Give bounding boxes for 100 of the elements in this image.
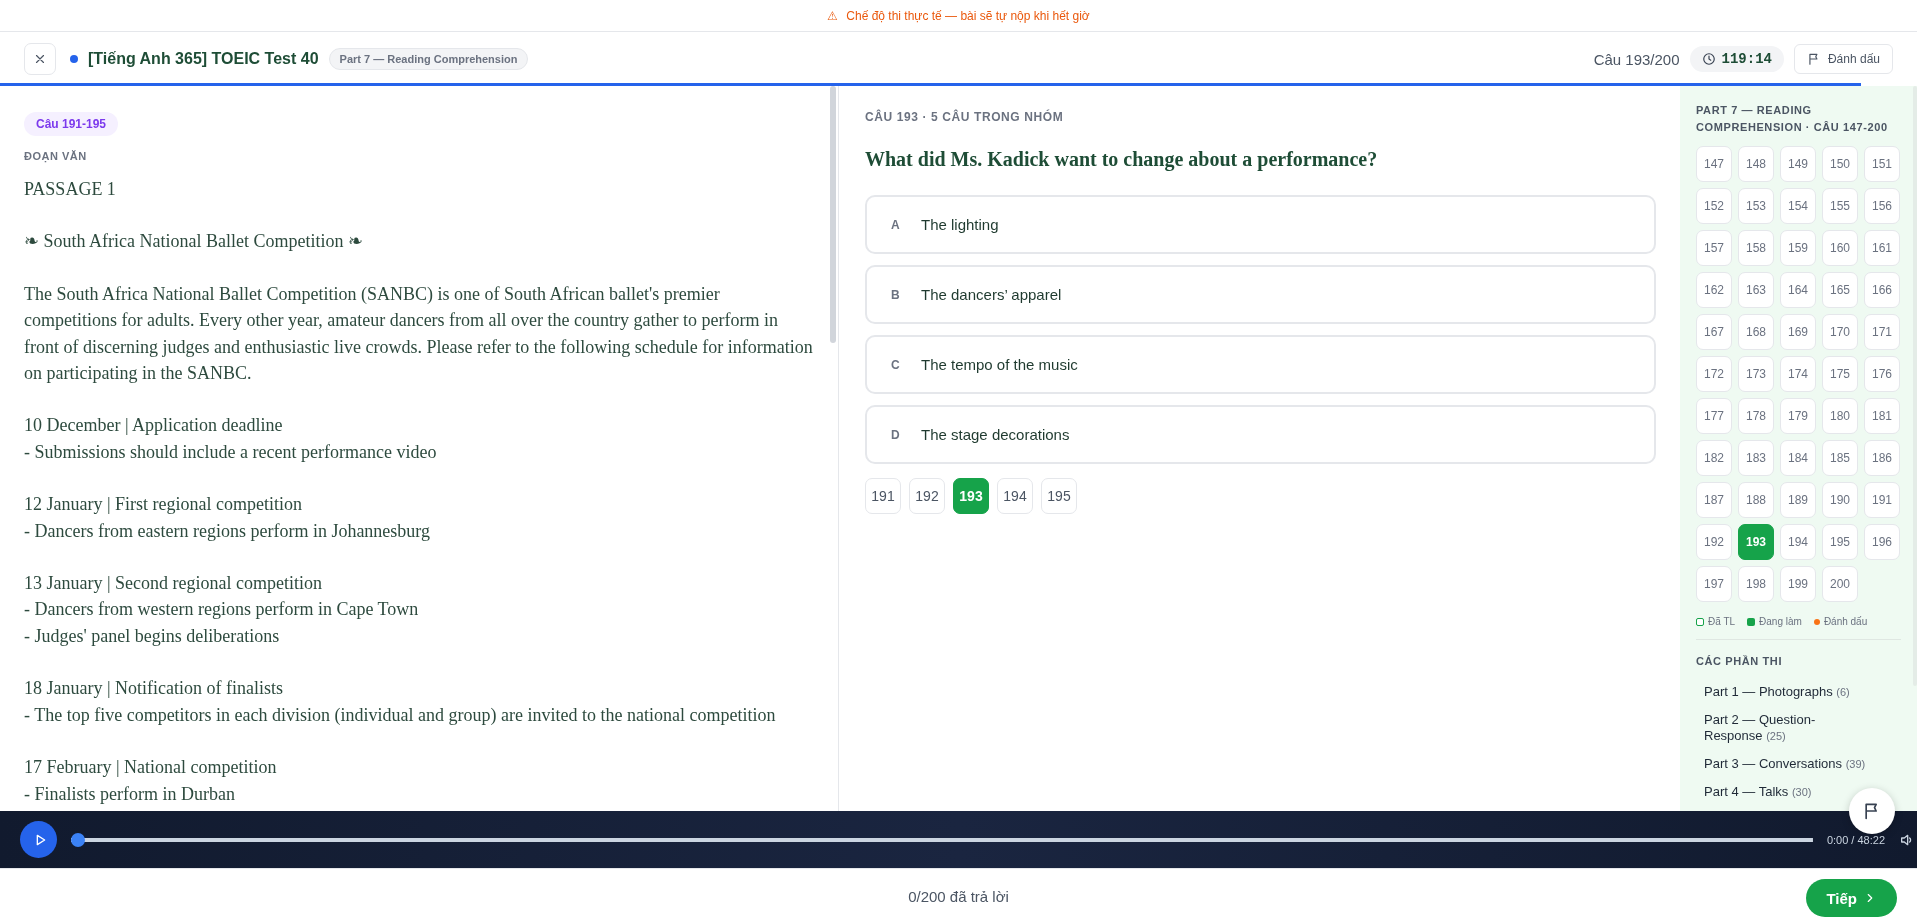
audio-progress-thumb[interactable] bbox=[71, 832, 85, 847]
question-number-button[interactable]: 163 bbox=[1738, 272, 1774, 308]
question-number-button[interactable]: 184 bbox=[1780, 440, 1816, 476]
question-number-button[interactable]: 192 bbox=[1696, 524, 1732, 560]
part-heading: PART 7 — READING COMPREHENSION · CÂU 147-200 bbox=[1696, 103, 1889, 135]
question-number-button[interactable]: 148 bbox=[1738, 146, 1774, 182]
question-number-button[interactable]: 187 bbox=[1696, 482, 1732, 518]
play-button[interactable] bbox=[20, 821, 57, 858]
warning-icon: ⚠ bbox=[827, 8, 839, 23]
question-number-button[interactable]: 155 bbox=[1822, 188, 1858, 224]
question-range-badge: Câu 191-195 bbox=[24, 112, 119, 136]
question-number-button[interactable]: 168 bbox=[1738, 314, 1774, 350]
answer-option[interactable]: A The lighting bbox=[865, 195, 1656, 254]
passage-text: 17 February | National competition bbox=[24, 756, 278, 780]
question-number-button[interactable]: 194 bbox=[997, 478, 1033, 514]
question-number-button[interactable]: 158 bbox=[1738, 230, 1774, 266]
option-text: The stage decorations bbox=[921, 426, 1070, 443]
answer-option[interactable]: B The dancers’ apparel bbox=[865, 265, 1656, 324]
question-number-button[interactable]: 153 bbox=[1738, 188, 1774, 224]
question-number-button[interactable]: 164 bbox=[1780, 272, 1816, 308]
question-number-button[interactable]: 170 bbox=[1822, 314, 1858, 350]
question-number-button[interactable]: 161 bbox=[1864, 230, 1900, 266]
passage-text: 13 January | Second regional competition bbox=[24, 572, 324, 596]
question-number-button[interactable]: 180 bbox=[1822, 398, 1858, 434]
answer-option[interactable]: C The tempo of the music bbox=[865, 335, 1656, 394]
marked-dot bbox=[1813, 618, 1820, 625]
question-number-button[interactable]: 198 bbox=[1738, 566, 1774, 602]
question-number-button[interactable]: 183 bbox=[1738, 440, 1774, 476]
question-counter: Câu 193/200 bbox=[1593, 50, 1680, 68]
test-title: [Tiếng Anh 365] TOEIC Test 40 bbox=[88, 50, 319, 68]
question-number-button[interactable]: 156 bbox=[1864, 188, 1900, 224]
passage-text: - Dancers from western regions perform in Cape Town bbox=[24, 598, 420, 622]
question-number-button[interactable]: 191 bbox=[1864, 482, 1900, 518]
question-number-button[interactable]: 151 bbox=[1864, 146, 1900, 182]
option-letter: B bbox=[891, 287, 901, 302]
question-number-button[interactable]: 193 bbox=[1738, 524, 1774, 560]
option-text: The tempo of the music bbox=[921, 356, 1078, 373]
question-number-button[interactable]: 195 bbox=[1822, 524, 1858, 560]
question-number-button[interactable]: 173 bbox=[1738, 356, 1774, 392]
notice-text: Chế độ thi thực tế — bài sẽ tự nộp khi hết giờ bbox=[846, 8, 1090, 23]
bookmark-button[interactable]: Đánh dấu bbox=[1793, 44, 1893, 74]
question-number-button[interactable]: 166 bbox=[1864, 272, 1900, 308]
question-number-button[interactable]: 171 bbox=[1864, 314, 1900, 350]
question-number-button[interactable]: 194 bbox=[1780, 524, 1816, 560]
clock-icon bbox=[1701, 52, 1716, 66]
question-number-button[interactable]: 176 bbox=[1864, 356, 1900, 392]
question-number-button[interactable]: 150 bbox=[1822, 146, 1858, 182]
question-number-button[interactable]: 189 bbox=[1780, 482, 1816, 518]
option-letter: C bbox=[891, 357, 901, 372]
question-number-button[interactable]: 152 bbox=[1696, 188, 1732, 224]
question-number-button[interactable]: 157 bbox=[1696, 230, 1732, 266]
question-number-button[interactable]: 147 bbox=[1696, 146, 1732, 182]
passage-text: - Submissions should include a recent performance video bbox=[24, 440, 438, 464]
question-number-button[interactable]: 154 bbox=[1780, 188, 1816, 224]
question-number-button[interactable]: 182 bbox=[1696, 440, 1732, 476]
question-number-button[interactable]: 169 bbox=[1780, 314, 1816, 350]
part-badge: Part 7 — Reading Comprehension bbox=[328, 48, 529, 70]
current-swatch bbox=[1747, 617, 1756, 626]
question-number-button[interactable]: 149 bbox=[1780, 146, 1816, 182]
question-number-button[interactable]: 179 bbox=[1780, 398, 1816, 434]
close-icon bbox=[33, 52, 47, 66]
legend-label: Đánh dấu bbox=[1823, 616, 1868, 627]
section-link[interactable]: Part 2 — Question-Response (25) bbox=[1696, 708, 1878, 748]
question-number-button[interactable]: 186 bbox=[1864, 440, 1900, 476]
question-number-button[interactable]: 199 bbox=[1780, 566, 1816, 602]
question-number-button[interactable]: 160 bbox=[1822, 230, 1858, 266]
section-link[interactable]: Part 3 — Conversations (39) bbox=[1696, 752, 1874, 776]
question-number-button[interactable]: 185 bbox=[1822, 440, 1858, 476]
question-number-button[interactable]: 197 bbox=[1696, 566, 1732, 602]
question-number-button[interactable]: 196 bbox=[1864, 524, 1900, 560]
question-number-button[interactable]: 181 bbox=[1864, 398, 1900, 434]
section-link[interactable]: Part 1 — Photographs (6) bbox=[1696, 680, 1858, 704]
question-number-button[interactable]: 175 bbox=[1822, 356, 1858, 392]
question-meta: CÂU 193 · 5 CÂU TRONG NHÓM bbox=[865, 110, 1065, 124]
question-number-button[interactable]: 174 bbox=[1780, 356, 1816, 392]
question-number-button[interactable]: 193 bbox=[953, 478, 989, 514]
answer-option[interactable]: D The stage decorations bbox=[865, 405, 1656, 464]
question-number-button[interactable]: 191 bbox=[865, 478, 901, 514]
question-number-button[interactable]: 190 bbox=[1822, 482, 1858, 518]
question-number-button[interactable]: 177 bbox=[1696, 398, 1732, 434]
section-link[interactable]: Part 4 — Talks (30) bbox=[1696, 780, 1820, 804]
status-dot bbox=[70, 55, 78, 63]
question-number-button[interactable]: 195 bbox=[1041, 478, 1077, 514]
question-number-button[interactable]: 165 bbox=[1822, 272, 1858, 308]
question-number-button[interactable]: 178 bbox=[1738, 398, 1774, 434]
question-number-button[interactable]: 200 bbox=[1822, 566, 1858, 602]
next-button[interactable]: Tiếp bbox=[1806, 879, 1897, 917]
question-number-button[interactable]: 162 bbox=[1696, 272, 1732, 308]
question-text: What did Ms. Kadick want to change about a performance? bbox=[865, 148, 1379, 171]
passage-text: 18 January | Notification of finalists bbox=[24, 677, 285, 701]
question-number-button[interactable]: 192 bbox=[909, 478, 945, 514]
question-number-button[interactable]: 172 bbox=[1696, 356, 1732, 392]
question-number-button[interactable]: 159 bbox=[1780, 230, 1816, 266]
passage-text: - Judges' panel begins deliberations bbox=[24, 624, 281, 648]
answered-count: 0/200 đã trả lời bbox=[908, 888, 1009, 905]
passage-text: 10 December | Application deadline bbox=[24, 414, 284, 438]
answered-swatch bbox=[1696, 617, 1704, 626]
question-number-button[interactable]: 167 bbox=[1696, 314, 1732, 350]
option-text: The dancers’ apparel bbox=[921, 286, 1062, 303]
question-number-button[interactable]: 188 bbox=[1738, 482, 1774, 518]
